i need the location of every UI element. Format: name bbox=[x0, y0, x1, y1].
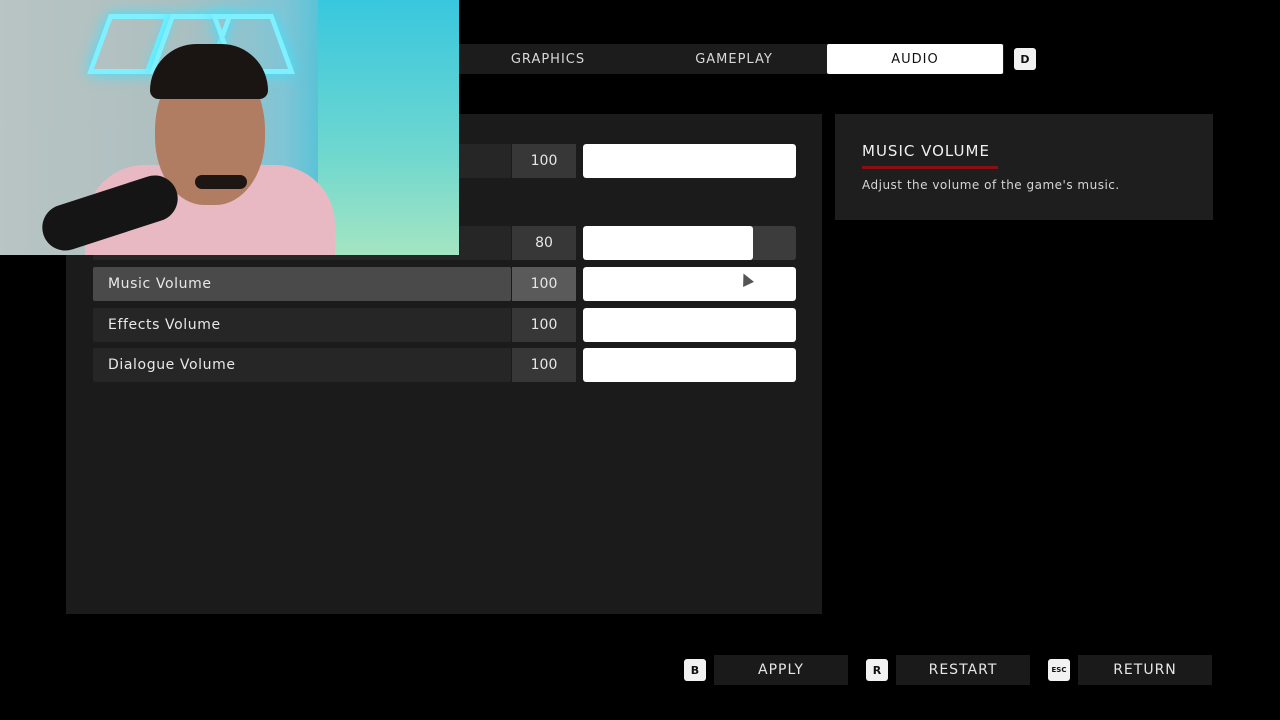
apply-key-hint: B bbox=[684, 659, 706, 681]
effects-volume-slider[interactable] bbox=[583, 308, 796, 342]
setting-row-dialogue-volume[interactable]: Dialogue Volume 100 bbox=[93, 348, 796, 382]
tab-graphics[interactable]: GRAPHICS bbox=[456, 44, 640, 74]
music-volume-slider[interactable] bbox=[583, 267, 796, 301]
setting-label-area: Effects Volume bbox=[93, 308, 511, 342]
setting-description-panel: MUSIC VOLUME Adjust the volume of the ga… bbox=[835, 114, 1213, 220]
return-button[interactable]: RETURN bbox=[1078, 655, 1212, 685]
slider-fill bbox=[583, 348, 796, 382]
slider-fill bbox=[583, 144, 796, 178]
volume-slider[interactable] bbox=[583, 144, 796, 178]
setting-row-music-volume[interactable]: Music Volume 100 bbox=[93, 267, 796, 301]
restart-key-hint: R bbox=[866, 659, 888, 681]
setting-value: 100 bbox=[512, 348, 576, 382]
apply-button[interactable]: APPLY bbox=[714, 655, 848, 685]
tab-gameplay[interactable]: GAMEPLAY bbox=[646, 44, 822, 74]
description-title: MUSIC VOLUME bbox=[862, 142, 990, 160]
setting-label: Effects Volume bbox=[108, 317, 221, 333]
tab-audio[interactable]: AUDIO bbox=[827, 44, 1003, 74]
slider-fill bbox=[583, 267, 796, 301]
description-accent-bar bbox=[862, 166, 998, 169]
setting-value: 100 bbox=[512, 267, 576, 301]
return-key-hint: ESC bbox=[1048, 659, 1070, 681]
restart-button[interactable]: RESTART bbox=[896, 655, 1030, 685]
webcam-overlay bbox=[0, 0, 459, 255]
setting-label: Dialogue Volume bbox=[108, 357, 236, 373]
setting-label-area: Music Volume bbox=[93, 267, 511, 301]
description-text: Adjust the volume of the game's music. bbox=[862, 178, 1120, 192]
setting-value: 100 bbox=[512, 144, 576, 178]
slider-fill bbox=[583, 226, 754, 260]
setting-value: 100 bbox=[512, 308, 576, 342]
webcam-backdrop bbox=[318, 0, 459, 255]
dialogue-volume-slider[interactable] bbox=[583, 348, 796, 382]
volume-slider[interactable] bbox=[583, 226, 796, 260]
setting-label: Music Volume bbox=[108, 276, 212, 292]
setting-label-area: Dialogue Volume bbox=[93, 348, 511, 382]
person-mustache bbox=[195, 175, 247, 189]
settings-screen: GRAPHICS GAMEPLAY AUDIO D 100 80 Music V… bbox=[0, 0, 1280, 720]
setting-row-effects-volume[interactable]: Effects Volume 100 bbox=[93, 308, 796, 342]
next-tab-key-hint: D bbox=[1014, 48, 1036, 70]
tab-bar: GRAPHICS GAMEPLAY AUDIO bbox=[456, 44, 1004, 74]
slider-fill bbox=[583, 308, 796, 342]
setting-value: 80 bbox=[512, 226, 576, 260]
